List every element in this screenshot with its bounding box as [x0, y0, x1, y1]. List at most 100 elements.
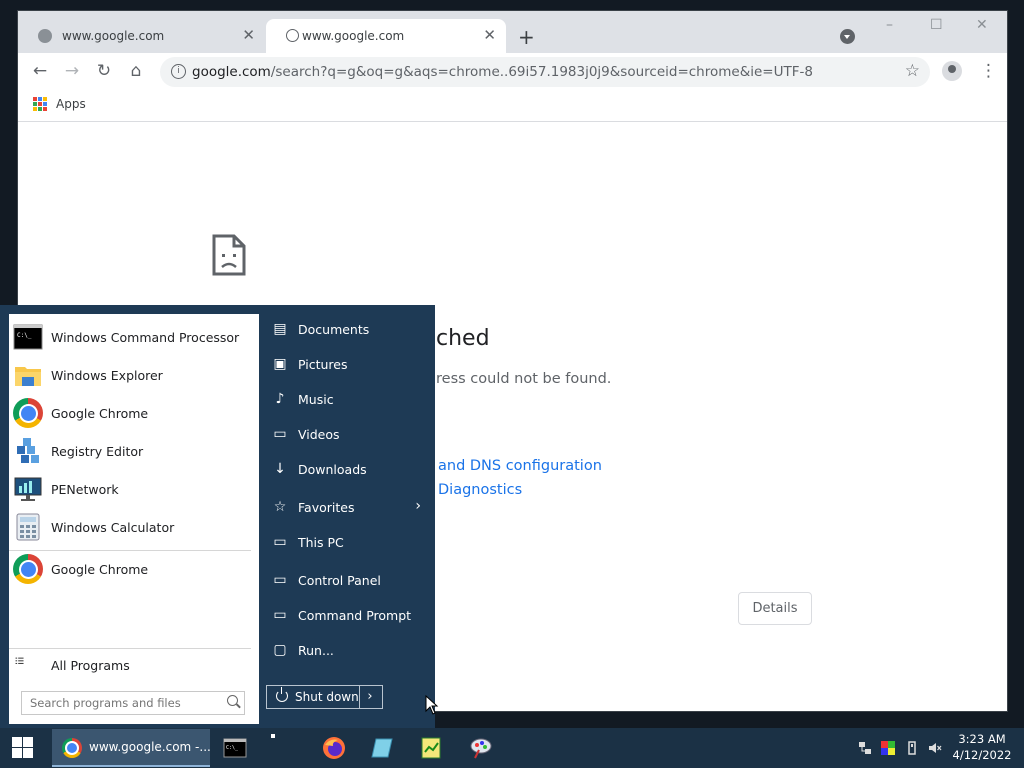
- forward-button[interactable]: →: [61, 61, 83, 81]
- downloads-icon: ↓: [274, 461, 286, 477]
- start-item-label: Command Prompt: [298, 608, 412, 623]
- taskbar-task-chrome[interactable]: www.google.com -...: [52, 729, 211, 767]
- clock-date: 4/12/2022: [952, 748, 1012, 762]
- star-icon: ☆: [273, 499, 287, 515]
- close-window-button[interactable]: ✕: [976, 17, 988, 33]
- globe-icon: [38, 29, 52, 43]
- reload-button[interactable]: ↻: [93, 61, 115, 81]
- music-icon: ♪: [275, 391, 285, 407]
- apps-grid-icon[interactable]: [33, 97, 47, 111]
- close-tab-icon[interactable]: ✕: [483, 26, 496, 44]
- profile-icon[interactable]: [942, 61, 962, 81]
- program-item-registry[interactable]: Registry Editor: [9, 433, 259, 471]
- network-tray-icon[interactable]: [858, 741, 872, 755]
- program-item-penetwork[interactable]: PENetwork: [9, 471, 259, 509]
- start-item-label: This PC: [298, 535, 344, 550]
- address-bar[interactable]: i google.com/search?q=g&oq=g&aqs=chrome.…: [160, 57, 930, 87]
- diagnostics-link[interactable]: Diagnostics: [438, 482, 522, 498]
- calculator-icon: [16, 513, 40, 541]
- program-label: Windows Explorer: [51, 368, 163, 383]
- bookmark-star-icon[interactable]: ☆: [905, 61, 920, 81]
- start-item-label: Favorites: [298, 500, 355, 515]
- minimize-button[interactable]: –: [886, 17, 893, 33]
- all-programs-item[interactable]: All Programs: [9, 644, 259, 682]
- dns-config-link[interactable]: and DNS configuration: [438, 458, 602, 474]
- start-item-this-pc[interactable]: ▭ This PC: [266, 528, 431, 558]
- start-item-downloads[interactable]: ↓ Downloads: [266, 455, 431, 485]
- close-tab-icon[interactable]: ✕: [242, 26, 255, 44]
- windows-start-icon[interactable]: [12, 737, 34, 759]
- pictures-icon: ▣: [273, 356, 287, 372]
- control-panel-icon: ▭: [273, 572, 287, 588]
- start-search-box[interactable]: [21, 691, 245, 715]
- program-label: Google Chrome: [51, 406, 149, 421]
- documents-icon: ▤: [273, 321, 287, 337]
- tab-bar: www.google.com ✕ www.google.com ✕ + – ☐ …: [18, 11, 1007, 53]
- url-text[interactable]: google.com/search?q=g&oq=g&aqs=chrome..6…: [192, 64, 813, 80]
- start-item-documents[interactable]: ▤ Documents: [266, 315, 431, 345]
- maximize-button[interactable]: ☐: [930, 17, 943, 33]
- program-item-chrome[interactable]: Google Chrome: [9, 395, 259, 433]
- program-item-calculator[interactable]: Windows Calculator: [9, 509, 259, 547]
- start-item-label: Control Panel: [298, 573, 381, 588]
- clock-time: 3:23 AM: [958, 732, 1006, 746]
- start-item-pictures[interactable]: ▣ Pictures: [266, 350, 431, 380]
- start-item-label: Documents: [298, 322, 370, 337]
- url-path: /search?q=g&oq=g&aqs=chrome..69i57.1983j…: [270, 64, 813, 80]
- shutdown-options-button[interactable]: ›: [358, 685, 383, 709]
- details-button[interactable]: Details: [738, 592, 812, 625]
- url-host: google.com: [192, 64, 271, 80]
- cmd-icon[interactable]: C:\_: [223, 736, 247, 760]
- home-button[interactable]: ⌂: [125, 61, 147, 81]
- cmd-icon: C:\_: [13, 324, 43, 350]
- search-icon[interactable]: [227, 695, 238, 706]
- usb-tray-icon[interactable]: [905, 741, 919, 755]
- menu-kebab-icon[interactable]: ⋮: [980, 61, 997, 81]
- start-menu: C:\_ Windows Command Processor Windows E…: [0, 305, 435, 728]
- computer-icon: ▭: [273, 534, 287, 550]
- program-item-cmd[interactable]: C:\_ Windows Command Processor: [9, 319, 259, 357]
- start-item-label: Music: [298, 392, 334, 407]
- volume-muted-icon[interactable]: [928, 741, 942, 755]
- list-icon: [15, 657, 24, 664]
- new-tab-button[interactable]: +: [518, 25, 535, 49]
- tab-active[interactable]: www.google.com ✕: [266, 19, 506, 53]
- taskbar-clock[interactable]: 3:23 AM 4/12/2022: [950, 731, 1014, 763]
- svg-text:C:\_: C:\_: [17, 332, 32, 339]
- program-label: Registry Editor: [51, 444, 144, 459]
- back-button[interactable]: ←: [29, 61, 51, 81]
- start-item-label: Videos: [298, 427, 340, 442]
- start-item-videos[interactable]: ▭ Videos: [266, 420, 431, 450]
- spreadsheet-icon[interactable]: [419, 736, 443, 760]
- program-label: Windows Command Processor: [51, 330, 240, 345]
- start-search-input[interactable]: [22, 692, 222, 714]
- shutdown-label: Shut down: [295, 690, 359, 704]
- task-label: www.google.com -...: [89, 740, 211, 754]
- start-item-label: Run...: [298, 643, 334, 658]
- chrome-icon: [13, 554, 43, 584]
- tab-inactive[interactable]: www.google.com ✕: [18, 19, 265, 53]
- start-item-favorites[interactable]: ☆ Favorites ›: [266, 493, 431, 523]
- paint-icon[interactable]: [469, 736, 493, 760]
- program-item-explorer[interactable]: Windows Explorer: [9, 357, 259, 395]
- program-item-chrome-recent[interactable]: Google Chrome: [9, 551, 259, 589]
- firefox-icon[interactable]: [322, 736, 346, 760]
- start-menu-programs-panel: C:\_ Windows Command Processor Windows E…: [9, 314, 259, 724]
- start-item-command-prompt[interactable]: ▭ Command Prompt: [266, 601, 431, 631]
- folder-icon: [15, 367, 41, 386]
- browser-toolbar: ← → ↻ ⌂ i google.com/search?q=g&oq=g&aqs…: [18, 53, 1007, 91]
- error-description: ress could not be found.: [436, 371, 612, 387]
- apps-link[interactable]: Apps: [56, 97, 86, 111]
- shutdown-button[interactable]: Shut down: [266, 685, 360, 709]
- start-item-control-panel[interactable]: ▭ Control Panel: [266, 566, 431, 596]
- notepad-icon[interactable]: [370, 736, 394, 760]
- info-icon[interactable]: i: [171, 64, 186, 79]
- start-item-run[interactable]: ▢ Run...: [266, 636, 431, 666]
- start-item-music[interactable]: ♪ Music: [266, 385, 431, 415]
- sad-page-icon: [212, 234, 246, 276]
- tab-search-icon[interactable]: [840, 29, 855, 44]
- program-label: PENetwork: [51, 482, 119, 497]
- program-label: Windows Calculator: [51, 520, 175, 535]
- display-tray-icon[interactable]: [881, 741, 895, 755]
- tab-title: www.google.com: [302, 29, 405, 43]
